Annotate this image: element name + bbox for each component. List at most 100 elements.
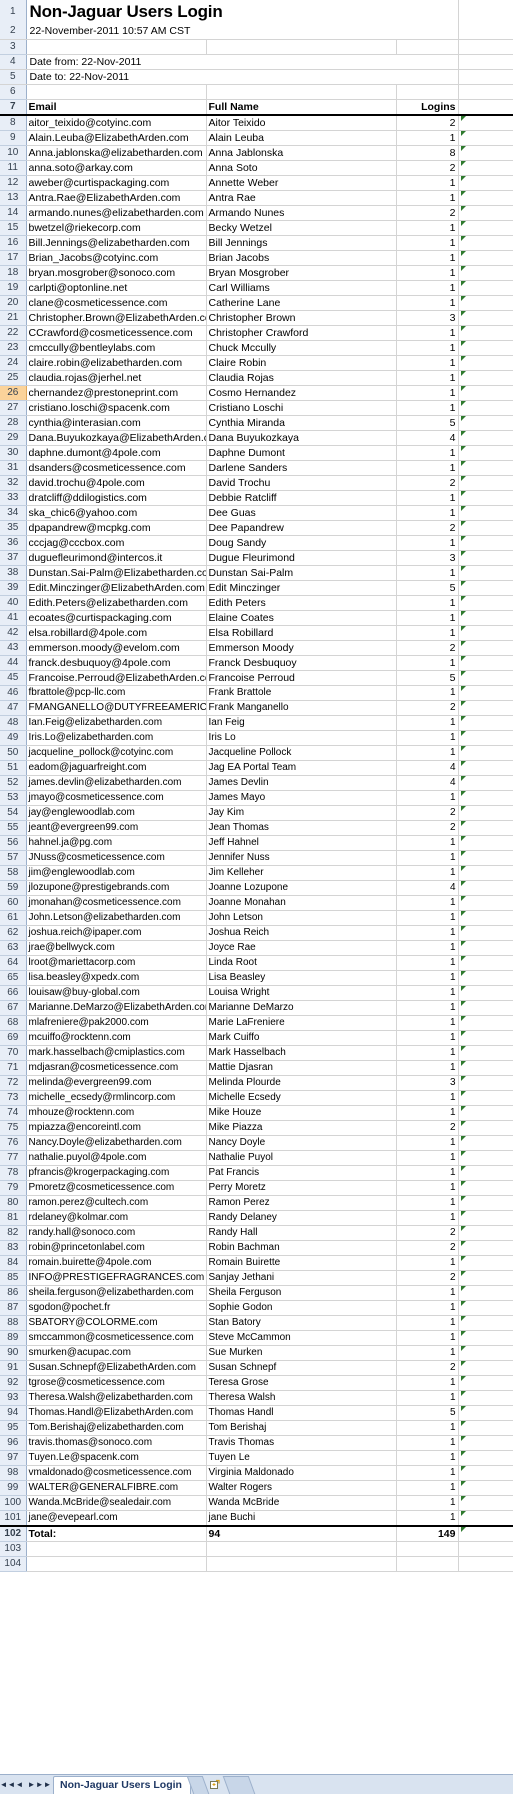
worksheet-grid[interactable]: 1 Non-Jaguar Users Login 2 22-November-2011… bbox=[0, 0, 513, 1572]
cell-logins[interactable]: 1 bbox=[396, 295, 459, 311]
table-row[interactable]: 94 Thomas.Handl@ElizabethArden.com Thomas … bbox=[0, 1405, 513, 1421]
row-header-3[interactable]: 3 bbox=[0, 39, 27, 55]
cell-logins[interactable]: 1 bbox=[396, 235, 459, 251]
cell-full-name[interactable]: Jennifer Nuss bbox=[206, 850, 397, 866]
row-header-86[interactable]: 86 bbox=[0, 1285, 27, 1301]
table-row[interactable]: 60 jmonahan@cosmeticessence.com Joanne Mon… bbox=[0, 895, 513, 911]
cell-full-name[interactable]: Mark Hasselbach bbox=[206, 1045, 397, 1061]
table-row[interactable]: 20 clane@cosmeticessence.com Catherine Lan… bbox=[0, 295, 513, 311]
cell-full-name[interactable]: Walter Rogers bbox=[206, 1480, 397, 1496]
cell-logins[interactable]: 1 bbox=[396, 925, 459, 941]
cell-full-name[interactable]: Elsa Robillard bbox=[206, 625, 397, 641]
cell-logins[interactable]: 3 bbox=[396, 310, 459, 326]
cell-full-name[interactable]: Brian Jacobs bbox=[206, 250, 397, 266]
cell-full-name[interactable]: Mike Piazza bbox=[206, 1120, 397, 1136]
cell-full-name[interactable]: Lisa Beasley bbox=[206, 970, 397, 986]
cell-email[interactable]: cristiano.loschi@spacenk.com bbox=[26, 400, 207, 416]
cell-full-name[interactable]: Michelle Ecsedy bbox=[206, 1090, 397, 1106]
cell-full-name[interactable]: Jacqueline Pollock bbox=[206, 745, 397, 761]
cell-email[interactable]: Alain.Leuba@ElizabethArden.com bbox=[26, 130, 207, 146]
cell-logins[interactable]: 2 bbox=[396, 1120, 459, 1136]
cell-c5[interactable] bbox=[396, 69, 459, 85]
cell-email[interactable]: Antra.Rae@ElizabethArden.com bbox=[26, 190, 207, 206]
row-header-46[interactable]: 46 bbox=[0, 685, 27, 701]
table-row[interactable]: 61 John.Letson@elizabetharden.com John Let… bbox=[0, 910, 513, 926]
row-header-36[interactable]: 36 bbox=[0, 535, 27, 551]
cell-b6[interactable] bbox=[206, 84, 397, 100]
cell-email[interactable]: ecoates@curtispackaging.com bbox=[26, 610, 207, 626]
row-header-78[interactable]: 78 bbox=[0, 1165, 27, 1181]
row-header-87[interactable]: 87 bbox=[0, 1300, 27, 1316]
row-header-96[interactable]: 96 bbox=[0, 1435, 27, 1451]
cell-email[interactable]: cccjag@cccbox.com bbox=[26, 535, 207, 551]
table-row[interactable]: 13 Antra.Rae@ElizabethArden.com Antra Rae 1 bbox=[0, 190, 513, 206]
cell-logins[interactable]: 4 bbox=[396, 775, 459, 791]
row-header-7[interactable]: 7 bbox=[0, 99, 27, 116]
cell-full-name[interactable]: Frank Brattole bbox=[206, 685, 397, 701]
cell-logins[interactable]: 1 bbox=[396, 910, 459, 926]
cell-logins[interactable]: 1 bbox=[396, 850, 459, 866]
cell-full-name[interactable]: Cosmo Hernandez bbox=[206, 385, 397, 401]
row-header-42[interactable]: 42 bbox=[0, 625, 27, 641]
row-header-27[interactable]: 27 bbox=[0, 400, 27, 416]
cell-full-name[interactable]: Mark Cuiffo bbox=[206, 1030, 397, 1046]
cell-logins[interactable]: 3 bbox=[396, 550, 459, 566]
table-row[interactable]: 33 dratcliff@ddilogistics.com Debbie Ratcl… bbox=[0, 490, 513, 506]
table-row[interactable]: 9 Alain.Leuba@ElizabethArden.com Alain Leu… bbox=[0, 130, 513, 146]
row-header-50[interactable]: 50 bbox=[0, 745, 27, 761]
row-header-33[interactable]: 33 bbox=[0, 490, 27, 506]
cell-email[interactable]: david.trochu@4pole.com bbox=[26, 475, 207, 491]
first-sheet-icon[interactable]: ◄◄ bbox=[0, 1778, 15, 1792]
cell-full-name[interactable]: Dee Papandrew bbox=[206, 520, 397, 536]
cell-full-name[interactable]: Dugue Fleurimond bbox=[206, 550, 397, 566]
cell-email[interactable]: carlpti@optonline.net bbox=[26, 280, 207, 296]
cell-email[interactable]: bryan.mosgrober@sonoco.com bbox=[26, 265, 207, 281]
row-header-30[interactable]: 30 bbox=[0, 445, 27, 461]
cell-email[interactable]: Tom.Berishaj@elizabetharden.com bbox=[26, 1420, 207, 1436]
cell-logins[interactable]: 1 bbox=[396, 460, 459, 476]
cell-email[interactable]: Anna.jablonska@elizabetharden.com bbox=[26, 145, 207, 161]
cell-logins[interactable]: 1 bbox=[396, 1510, 459, 1527]
cell-full-name[interactable]: Stan Batory bbox=[206, 1315, 397, 1331]
cell-full-name[interactable]: Francoise Perroud bbox=[206, 670, 397, 686]
cell-full-name[interactable]: Anna Soto bbox=[206, 160, 397, 176]
table-row[interactable]: 55 jeant@evergreen99.com Jean Thomas 2 bbox=[0, 820, 513, 836]
cell-logins[interactable]: 1 bbox=[396, 940, 459, 956]
cell-email[interactable]: Ian.Feig@elizabetharden.com bbox=[26, 715, 207, 731]
cell-full-name[interactable]: Jim Kelleher bbox=[206, 865, 397, 881]
cell-email[interactable]: sgodon@pochet.fr bbox=[26, 1300, 207, 1316]
cell-email[interactable]: Dana.Buyukozkaya@ElizabethArden.com bbox=[26, 430, 207, 446]
cell-logins[interactable]: 1 bbox=[396, 610, 459, 626]
cell-full-name[interactable]: Robin Bachman bbox=[206, 1240, 397, 1256]
table-row[interactable]: 74 mhouze@rocktenn.com Mike Houze 1 bbox=[0, 1105, 513, 1121]
cell-logins[interactable]: 2 bbox=[396, 805, 459, 821]
cell-logins[interactable]: 1 bbox=[396, 1180, 459, 1196]
table-row[interactable]: 10 Anna.jablonska@elizabetharden.com Anna … bbox=[0, 145, 513, 161]
table-row[interactable]: 83 robin@princetonlabel.com Robin Bachman 2 bbox=[0, 1240, 513, 1256]
cell-full-name[interactable]: Becky Wetzel bbox=[206, 220, 397, 236]
cell-full-name[interactable]: Theresa Walsh bbox=[206, 1390, 397, 1406]
cell-email[interactable]: smccammon@cosmeticessence.com bbox=[26, 1330, 207, 1346]
cell-full-name[interactable]: Chuck Mccully bbox=[206, 340, 397, 356]
table-row[interactable]: 93 Theresa.Walsh@elizabetharden.com Theres… bbox=[0, 1390, 513, 1406]
table-row[interactable]: 46 fbrattole@pcp-llc.com Frank Brattole 1 bbox=[0, 685, 513, 701]
cell-logins[interactable]: 1 bbox=[396, 1450, 459, 1466]
cell-email[interactable]: claire.robin@elizabetharden.com bbox=[26, 355, 207, 371]
cell-b103[interactable] bbox=[206, 1541, 397, 1557]
cell-logins[interactable]: 2 bbox=[396, 115, 459, 131]
cell-logins[interactable]: 5 bbox=[396, 415, 459, 431]
cell-full-name[interactable]: Annette Weber bbox=[206, 175, 397, 191]
cell-d2[interactable] bbox=[458, 24, 513, 40]
cell-logins[interactable]: 1 bbox=[396, 1435, 459, 1451]
table-row[interactable]: 92 tgrose@cosmeticessence.com Teresa Grose… bbox=[0, 1375, 513, 1391]
cell-logins[interactable]: 1 bbox=[396, 1375, 459, 1391]
table-row[interactable]: 85 INFO@PRESTIGEFRAGRANCES.com Sanjay Jeth… bbox=[0, 1270, 513, 1286]
table-row[interactable]: 51 eadom@jaguarfreight.com Jag EA Portal T… bbox=[0, 760, 513, 776]
row-header-52[interactable]: 52 bbox=[0, 775, 27, 791]
cell-logins[interactable]: 1 bbox=[396, 1285, 459, 1301]
table-row[interactable]: 50 jacqueline_pollock@cotyinc.com Jacqueli… bbox=[0, 745, 513, 761]
table-row[interactable]: 98 vmaldonado@cosmeticessence.com Virginia… bbox=[0, 1465, 513, 1481]
cell-email[interactable]: Brian_Jacobs@cotyinc.com bbox=[26, 250, 207, 266]
cell-full-name[interactable]: Dana Buyukozkaya bbox=[206, 430, 397, 446]
cell-c4[interactable] bbox=[396, 54, 459, 70]
